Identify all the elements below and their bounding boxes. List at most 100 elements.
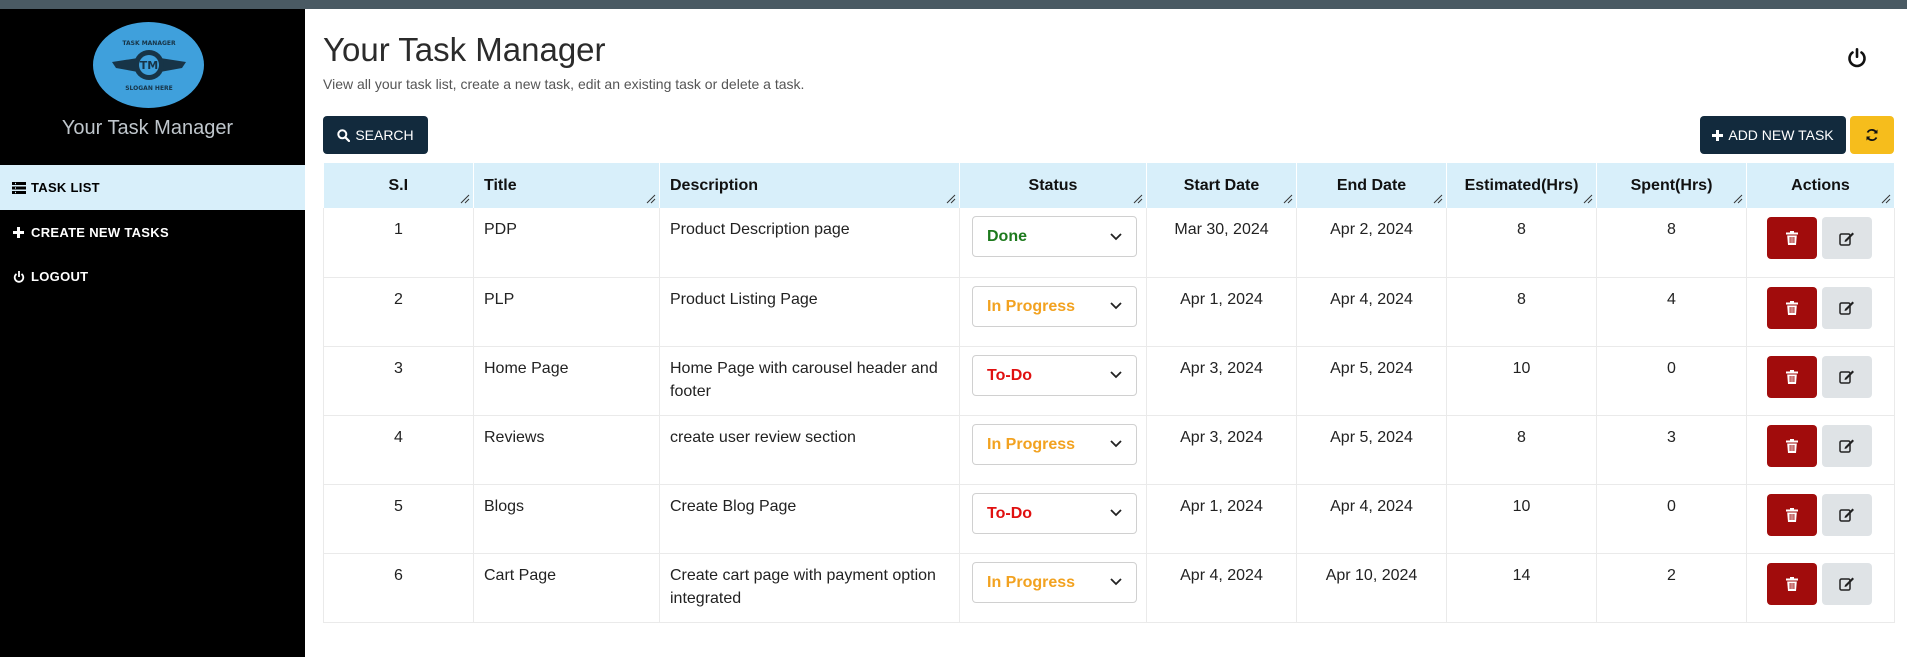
logo: TM TASK MANAGER SLOGAN HERE [93,22,204,108]
list-icon [11,180,26,195]
delete-button[interactable] [1767,286,1817,329]
edit-button[interactable] [1822,562,1872,605]
column-header-start-date[interactable]: Start Date [1146,163,1297,208]
task-table: S.I Title Description Status Start Date … [323,163,1895,623]
resize-grip-icon [1583,194,1593,204]
sidebar-item-logout[interactable]: LOGOUT [0,254,305,299]
delete-button[interactable] [1767,562,1817,605]
edit-button[interactable] [1822,493,1872,536]
table-row: 2 PLP Product Listing Page In Progress Apr 1… [323,277,1895,347]
edit-button[interactable] [1822,355,1872,398]
sidebar: TM TASK MANAGER SLOGAN HERE Your Task Ma… [0,9,305,657]
cell-status: In Progress [959,277,1147,347]
chevron-down-icon [1110,440,1122,448]
status-select[interactable]: In Progress [972,423,1137,465]
logo-top-text: TASK MANAGER [122,40,176,47]
cell-start-date: Apr 1, 2024 [1146,484,1297,554]
cell-spent: 3 [1596,415,1747,485]
trash-icon [1786,507,1798,522]
delete-button[interactable] [1767,424,1817,467]
cell-title: Cart Page [473,553,660,623]
logout-power-button[interactable] [1842,43,1872,73]
edit-button[interactable] [1822,286,1872,329]
status-select[interactable]: To-Do [972,492,1137,534]
cell-status: To-Do [959,346,1147,416]
column-header-actions[interactable]: Actions [1746,163,1895,208]
cell-description: Home Page with carousel header and foote… [659,346,960,416]
cell-estimated: 10 [1446,346,1597,416]
status-select[interactable]: In Progress [972,285,1137,327]
status-select[interactable]: In Progress [972,561,1137,603]
table-row: 6 Cart Page Create cart page with payment … [323,553,1895,623]
chevron-down-icon [1110,232,1122,240]
cell-status: To-Do [959,484,1147,554]
column-header-si[interactable]: S.I [323,163,474,208]
cell-spent: 0 [1596,346,1747,416]
search-button[interactable]: SEARCH [323,116,428,154]
refresh-button[interactable] [1850,116,1894,154]
resize-grip-icon [1433,194,1443,204]
status-select[interactable]: Done [972,216,1137,257]
cell-estimated: 14 [1446,553,1597,623]
status-select[interactable]: To-Do [972,354,1137,396]
resize-grip-icon [1133,194,1143,204]
plus-icon [11,225,26,240]
chevron-down-icon [1110,302,1122,310]
edit-icon [1839,370,1854,384]
column-header-title[interactable]: Title [473,163,660,208]
cell-si: 3 [323,346,474,416]
refresh-icon [1866,129,1878,141]
cell-end-date: Apr 5, 2024 [1296,415,1447,485]
brand-name: Your Task Manager [61,117,234,139]
cell-status: Done [959,208,1147,278]
sidebar-item-create-new-tasks[interactable]: CREATE NEW TASKS [0,210,305,255]
sidebar-item-label: TASK LIST [31,180,100,195]
cell-actions [1746,346,1895,416]
cell-actions [1746,277,1895,347]
page-title: Your Task Manager [323,31,606,68]
cell-estimated: 8 [1446,277,1597,347]
edit-button[interactable] [1822,424,1872,467]
delete-button[interactable] [1767,355,1817,398]
add-new-task-button[interactable]: ADD NEW TASK [1700,116,1846,154]
status-value: In Progress [987,297,1076,315]
cell-spent: 4 [1596,277,1747,347]
cell-spent: 8 [1596,208,1747,278]
add-button-label: ADD NEW TASK [1728,127,1834,143]
cell-end-date: Apr 2, 2024 [1296,208,1447,278]
cell-start-date: Mar 30, 2024 [1146,208,1297,278]
logo-monogram: TM [139,59,157,72]
cell-actions [1746,208,1895,278]
column-header-status[interactable]: Status [959,163,1147,208]
sidebar-item-task-list[interactable]: TASK LIST [0,165,305,210]
cell-si: 1 [323,208,474,278]
cell-si: 5 [323,484,474,554]
resize-grip-icon [946,194,956,204]
delete-button[interactable] [1767,493,1817,536]
edit-button[interactable] [1822,217,1872,259]
cell-description: Create cart page with payment option int… [659,553,960,623]
cell-actions [1746,415,1895,485]
chevron-down-icon [1110,371,1122,379]
column-header-spent[interactable]: Spent(Hrs) [1596,163,1747,208]
main-content: Your Task Manager View all your task lis… [305,9,1907,657]
cell-status: In Progress [959,415,1147,485]
chevron-down-icon [1110,509,1122,517]
sidebar-item-label: LOGOUT [31,269,89,284]
logo-bottom-text: SLOGAN HERE [125,85,173,92]
resize-grip-icon [1283,194,1293,204]
table-row: 1 PDP Product Description page Done Mar 30, … [323,208,1895,278]
status-value: In Progress [987,573,1076,591]
resize-grip-icon [1733,194,1743,204]
power-icon [1848,48,1866,68]
cell-estimated: 8 [1446,415,1597,485]
cell-title: PLP [473,277,660,347]
column-header-estimated[interactable]: Estimated(Hrs) [1446,163,1597,208]
status-value: In Progress [987,435,1076,453]
column-header-end-date[interactable]: End Date [1296,163,1447,208]
power-icon [11,269,26,284]
column-header-description[interactable]: Description [659,163,960,208]
delete-button[interactable] [1767,217,1817,259]
cell-title: Blogs [473,484,660,554]
cell-status: In Progress [959,553,1147,623]
